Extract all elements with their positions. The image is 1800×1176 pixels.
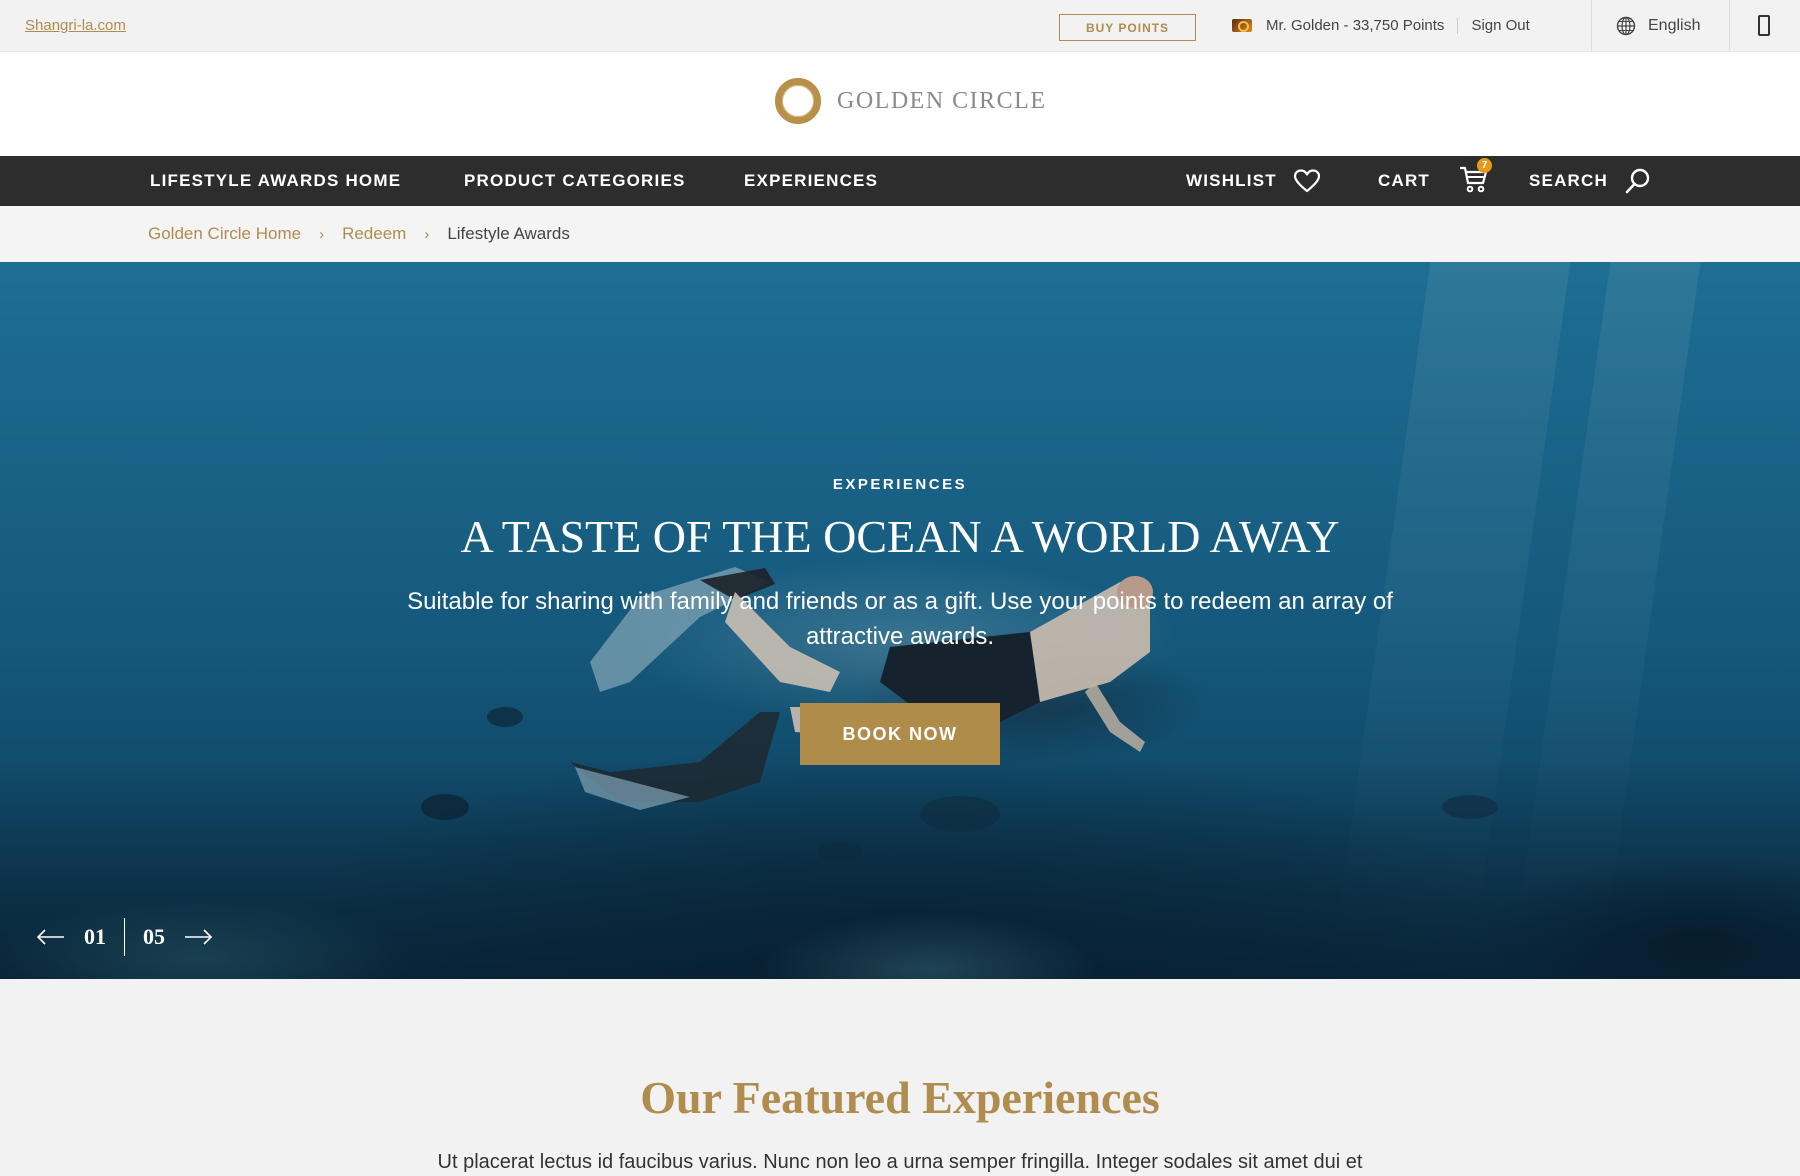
globe-icon	[1616, 16, 1636, 36]
nav-lifestyle-awards-home[interactable]: LIFESTYLE AWARDS HOME	[150, 156, 401, 206]
cart-count-badge: 7	[1477, 157, 1493, 173]
divider	[1591, 0, 1592, 52]
search-label: SEARCH	[1529, 171, 1608, 190]
breadcrumb-golden-circle-home[interactable]: Golden Circle Home	[148, 224, 301, 244]
arrow-right-icon[interactable]	[183, 927, 213, 947]
total-slides: 05	[143, 924, 165, 949]
chevron-right-icon: ›	[319, 225, 325, 243]
cart-label: CART	[1378, 171, 1431, 190]
logo-text: GOLDEN CIRCLE	[837, 87, 1047, 114]
mobile-icon[interactable]	[1758, 15, 1770, 36]
member-points: Mr. Golden - 33,750 Points	[1266, 17, 1445, 34]
breadcrumb-current: Lifestyle Awards	[447, 224, 570, 243]
utility-bar: Shangri-la.com BUY POINTS Mr. Golden - 3…	[0, 0, 1800, 52]
language-selector[interactable]: English	[1616, 16, 1700, 36]
pager-divider	[124, 918, 125, 956]
hero-description: Suitable for sharing with family and fri…	[407, 588, 1393, 650]
featured-title: Our Featured Experiences	[640, 1072, 1160, 1123]
breadcrumb-redeem[interactable]: Redeem	[342, 224, 406, 244]
search-button[interactable]: SEARCH	[1529, 156, 1652, 206]
membership-card-icon	[1232, 19, 1252, 32]
language-label: English	[1648, 17, 1701, 34]
divider	[1729, 0, 1730, 52]
search-icon	[1625, 168, 1650, 194]
main-nav: LIFESTYLE AWARDS HOME PRODUCT CATEGORIES…	[0, 156, 1800, 206]
site-header: GOLDEN CIRCLE	[0, 52, 1800, 156]
cart-icon-wrap: 7	[1442, 157, 1493, 199]
hero-carousel: EXPERIENCES A TASTE OF THE OCEAN A WORLD…	[0, 262, 1800, 979]
golden-circle-logo[interactable]: GOLDEN CIRCLE	[775, 78, 1046, 124]
member-info: Mr. Golden - 33,750 Points Sign Out	[1232, 17, 1530, 34]
cart-button[interactable]: CART 7	[1378, 156, 1493, 206]
nav-experiences[interactable]: EXPERIENCES	[744, 156, 878, 206]
heart-icon	[1293, 169, 1320, 193]
nav-product-categories[interactable]: PRODUCT CATEGORIES	[464, 156, 686, 206]
carousel-pager: 01 05	[36, 917, 213, 957]
hero-title: A TASTE OF THE OCEAN A WORLD AWAY	[460, 511, 1340, 562]
chevron-right-icon: ›	[424, 225, 430, 243]
divider	[1457, 17, 1459, 34]
featured-description: Ut placerat lectus id faucibus varius. N…	[437, 1151, 1363, 1173]
featured-experiences-section: Our Featured Experiences Ut placerat lec…	[0, 979, 1800, 1176]
arrow-left-icon[interactable]	[36, 927, 66, 947]
hero-kicker: EXPERIENCES	[832, 476, 968, 493]
shangri-la-link[interactable]: Shangri-la.com	[25, 17, 126, 34]
buy-points-button[interactable]: BUY POINTS	[1059, 14, 1196, 41]
sign-out-link[interactable]: Sign Out	[1471, 17, 1529, 34]
book-now-button[interactable]: BOOK NOW	[800, 703, 1000, 765]
breadcrumb: Golden Circle Home › Redeem › Lifestyle …	[0, 206, 1800, 262]
current-slide: 01	[84, 924, 106, 949]
wishlist-label: WISHLIST	[1186, 171, 1277, 190]
wishlist-button[interactable]: WISHLIST	[1186, 156, 1321, 206]
logo-ring-icon	[775, 78, 821, 124]
